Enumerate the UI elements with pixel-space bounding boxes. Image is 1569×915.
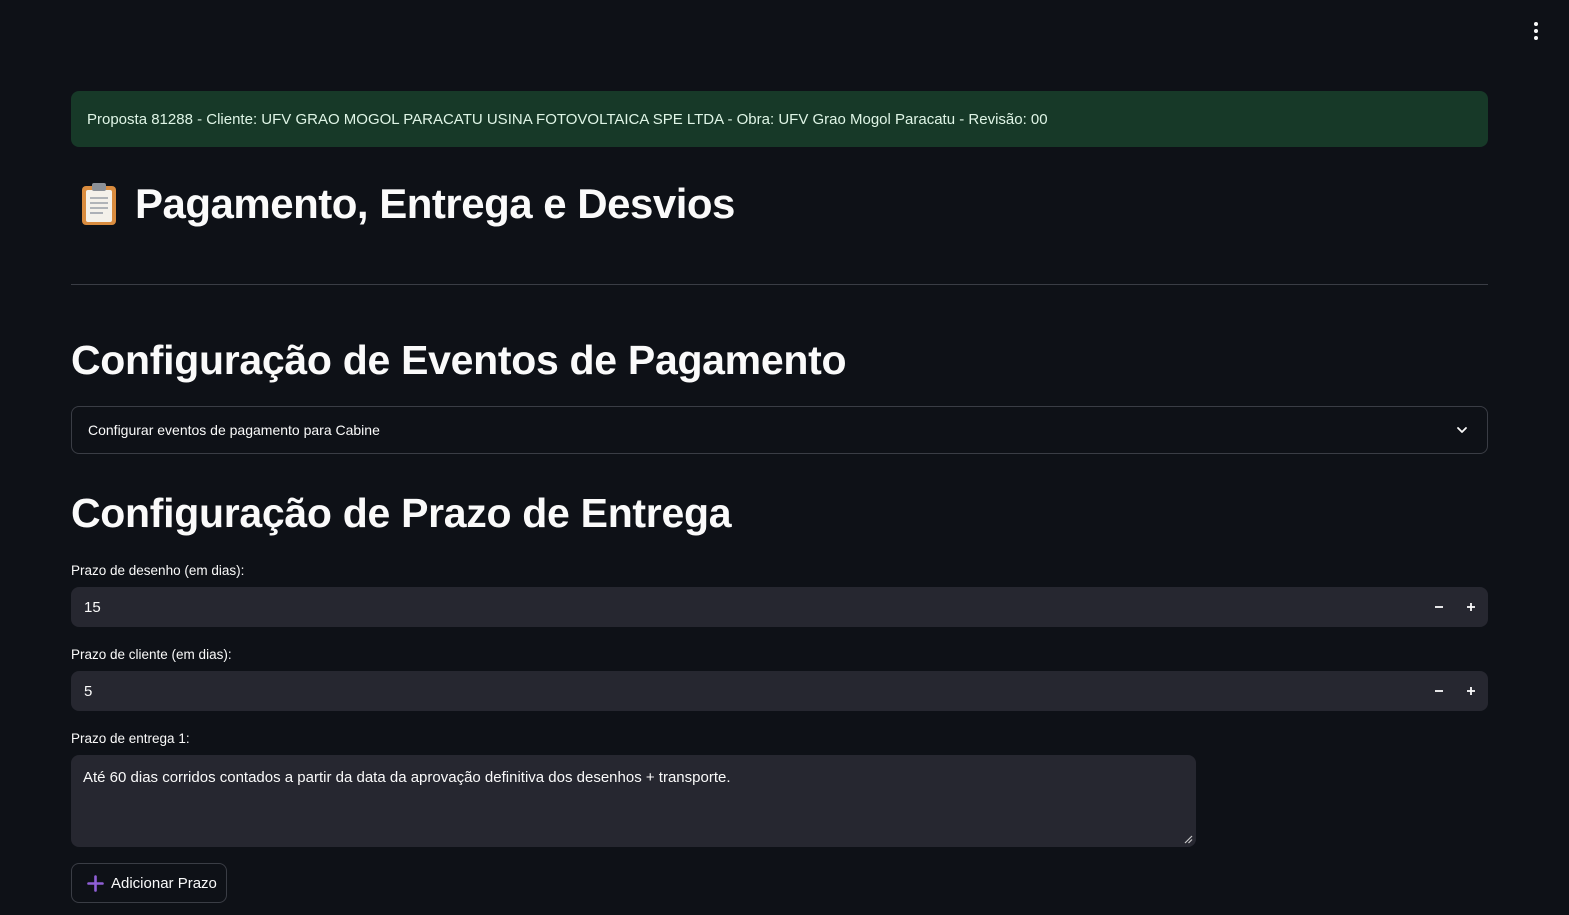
delivery-deadline-heading: Configuração de Prazo de Entrega	[71, 490, 732, 536]
drawing-deadline-decrement-button[interactable]	[1423, 587, 1455, 627]
drawing-deadline-increment-button[interactable]	[1455, 587, 1487, 627]
plus-icon	[1467, 603, 1475, 611]
delivery-deadline-1-label: Prazo de entrega 1:	[71, 731, 190, 746]
clipboard-icon	[82, 183, 116, 225]
client-deadline-increment-button[interactable]	[1455, 671, 1487, 711]
expander-label: Configurar eventos de pagamento para Cab…	[88, 422, 380, 438]
vertical-dots-icon	[1534, 22, 1538, 26]
drawing-deadline-input[interactable]	[71, 587, 1423, 627]
minus-icon	[1435, 606, 1443, 608]
client-deadline-decrement-button[interactable]	[1423, 671, 1455, 711]
add-deadline-label: Adicionar Prazo	[111, 874, 217, 892]
chevron-down-icon	[1457, 427, 1467, 433]
plus-icon	[87, 874, 104, 892]
payment-events-expander[interactable]: Configurar eventos de pagamento para Cab…	[71, 406, 1488, 454]
client-deadline-stepper	[71, 671, 1488, 711]
proposal-info-banner: Proposta 81288 - Cliente: UFV GRAO MOGOL…	[71, 91, 1488, 147]
client-deadline-label: Prazo de cliente (em dias):	[71, 647, 232, 662]
main-menu-button[interactable]	[1524, 18, 1548, 44]
payment-events-heading: Configuração de Eventos de Pagamento	[71, 337, 847, 383]
banner-text: Proposta 81288 - Cliente: UFV GRAO MOGOL…	[87, 110, 1048, 128]
app-page: Proposta 81288 - Cliente: UFV GRAO MOGOL…	[0, 0, 1569, 915]
resize-handle-icon[interactable]	[1184, 835, 1193, 844]
plus-icon	[1467, 687, 1475, 695]
delivery-deadline-1-wrapper: Até 60 dias corridos contados a partir d…	[71, 755, 1196, 847]
page-title-text: Pagamento, Entrega e Desvios	[135, 180, 735, 227]
client-deadline-input[interactable]	[71, 671, 1423, 711]
delivery-deadline-1-textarea[interactable]: Até 60 dias corridos contados a partir d…	[71, 755, 1196, 847]
minus-icon	[1435, 690, 1443, 692]
add-deadline-button[interactable]: Adicionar Prazo	[71, 863, 227, 903]
section-divider	[71, 284, 1488, 285]
page-title: Pagamento, Entrega e Desvios	[79, 180, 735, 228]
drawing-deadline-stepper	[71, 587, 1488, 627]
drawing-deadline-label: Prazo de desenho (em dias):	[71, 563, 245, 578]
